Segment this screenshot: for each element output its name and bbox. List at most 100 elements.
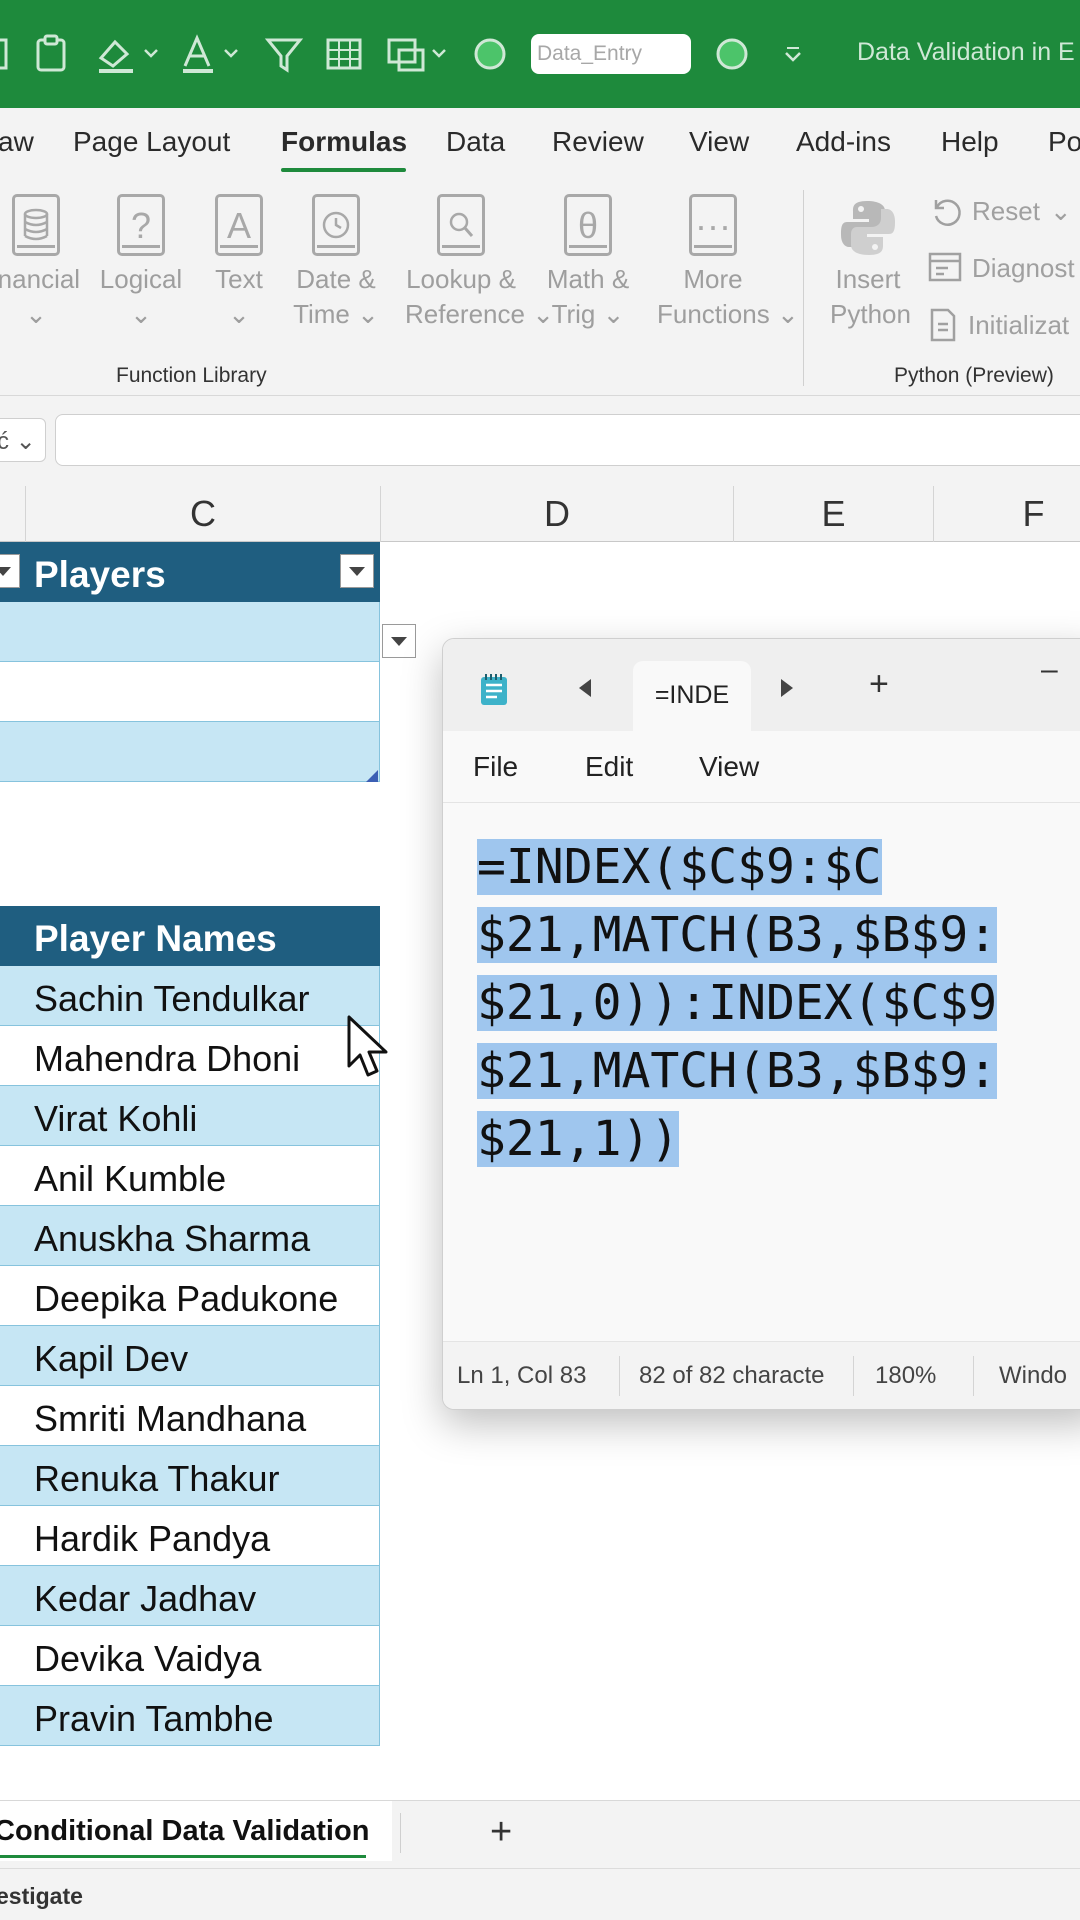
table-row[interactable]: Renuka Thakur (0, 1446, 380, 1506)
table-row[interactable]: Kapil Dev (0, 1326, 380, 1386)
menu-edit[interactable]: Edit (585, 751, 633, 783)
lookup-label-2: Reference (405, 299, 525, 329)
menu-view[interactable]: View (699, 751, 759, 783)
notepad-menu-bar: File Edit View (443, 731, 1080, 803)
notepad-text-area[interactable]: =INDEX($C$9:$C $21,MATCH(B3,$B$9: $21,0)… (477, 833, 1080, 1173)
tab-add-ins[interactable]: Add-ins (796, 126, 891, 158)
lookup-reference-button[interactable]: Lookup & Reference ⌄ (405, 194, 554, 332)
status-circle-icon[interactable] (712, 30, 752, 78)
financial-button[interactable]: inancial ⌄ (0, 194, 92, 332)
customize-toolbar-icon[interactable] (778, 30, 808, 78)
tab-formulas[interactable]: Formulas (281, 126, 407, 158)
formula-input[interactable] (55, 414, 1080, 466)
fill-color-icon[interactable] (92, 30, 162, 78)
logical-button[interactable]: ? Logical ⌄ (85, 194, 197, 332)
tab-power-pivot[interactable]: Po (1048, 126, 1080, 158)
filter-dropdown-icon[interactable] (340, 554, 374, 588)
players-header-label: Players (34, 554, 166, 595)
reset-button[interactable]: Reset ⌄ (928, 194, 1072, 228)
insert-python-button[interactable]: Insert Python (830, 194, 911, 332)
text-label: Text (215, 264, 263, 294)
table-row[interactable]: Smriti Mandhana (0, 1386, 380, 1446)
tab-view[interactable]: View (689, 126, 749, 158)
table-row[interactable]: Pravin Tambhe (0, 1686, 380, 1746)
formula-bar: ć ⌄ (0, 396, 1080, 486)
chevron-down-icon: ⌄ (228, 299, 250, 329)
notepad-document-tab[interactable]: =INDE (633, 661, 751, 733)
status-circle-icon[interactable] (470, 30, 510, 78)
filter-dropdown-icon[interactable] (0, 554, 20, 588)
new-tab-icon[interactable]: + (869, 665, 889, 704)
players-table-header[interactable]: Players (0, 542, 380, 602)
chevron-down-icon: ⌄ (595, 299, 625, 329)
chevron-down-icon: ⌄ (25, 299, 47, 329)
table-row[interactable] (0, 722, 380, 782)
name-box[interactable]: ć ⌄ (0, 418, 46, 462)
tab-review[interactable]: Review (552, 126, 644, 158)
python-group-label: Python (Preview) (894, 364, 1054, 387)
sheet-tabs-bar: Conditional Data Validation + (0, 1800, 1080, 1868)
pivot-icon[interactable] (382, 30, 452, 78)
font-color-icon[interactable] (176, 30, 246, 78)
notepad-app-icon (479, 673, 509, 712)
column-header-e[interactable]: E (733, 486, 933, 542)
initialization-button[interactable]: Initializat (928, 308, 1069, 342)
date-time-label-1: Date & (296, 264, 376, 294)
formula-text-line: $21,MATCH(B3,$B$9: (477, 1043, 998, 1099)
active-sheet-indicator (0, 1855, 366, 1858)
tab-scroll-left-icon[interactable] (579, 679, 591, 697)
formula-text-line: $21,0)):INDEX($C$9 (477, 975, 998, 1031)
tab-page-layout[interactable]: Page Layout (73, 126, 230, 158)
minimize-icon[interactable]: – (1041, 653, 1058, 687)
table-row[interactable] (0, 602, 380, 662)
python-icon (830, 194, 906, 262)
table-row[interactable]: Anil Kumble (0, 1146, 380, 1206)
chevron-down-icon: ⌄ (349, 299, 379, 329)
add-sheet-button[interactable]: + (490, 1811, 512, 1854)
named-range-box[interactable]: Data_Entry (531, 34, 691, 74)
column-header-f[interactable]: F (933, 486, 1080, 542)
status-accessibility-text[interactable]: estigate (0, 1883, 83, 1910)
filter-icon[interactable] (262, 30, 306, 78)
sheet-tab-conditional-data-validation[interactable]: Conditional Data Validation (0, 1801, 392, 1861)
menu-file[interactable]: File (473, 751, 518, 783)
zoom-level[interactable]: 180% (875, 1362, 936, 1390)
notepad-tab-strip: =INDE + – (443, 639, 1080, 733)
tab-divider (400, 1813, 401, 1853)
text-button[interactable]: A Text ⌄ (183, 194, 295, 332)
text-icon: A (215, 194, 263, 256)
tab-scroll-right-icon[interactable] (781, 679, 793, 697)
table-row[interactable]: Sachin Tendulkar (0, 966, 380, 1026)
player-names-header[interactable]: Player Names (0, 906, 380, 966)
validation-dropdown-icon[interactable] (382, 624, 416, 658)
table-row[interactable]: Mahendra Dhoni (0, 1026, 380, 1086)
more-functions-button[interactable]: ··· More Functions ⌄ (657, 194, 799, 332)
table-icon[interactable] (322, 30, 366, 78)
table-row[interactable]: Devika Vaidya (0, 1626, 380, 1686)
diagnostics-button[interactable]: Diagnost (928, 252, 1075, 284)
date-time-button[interactable]: Date & Time ⌄ (280, 194, 392, 332)
table-resize-handle[interactable] (366, 770, 378, 782)
math-trig-label-2: Trig (551, 299, 596, 329)
table-row[interactable]: Virat Kohli (0, 1086, 380, 1146)
table-row[interactable]: Kedar Jadhav (0, 1566, 380, 1626)
math-trig-button[interactable]: θ Math & Trig ⌄ (532, 194, 644, 332)
table-row[interactable]: Anuskha Sharma (0, 1206, 380, 1266)
notepad-window[interactable]: =INDE + – File Edit View =INDEX($C$9:$C … (442, 638, 1080, 1410)
tab-help[interactable]: Help (941, 126, 999, 158)
quick-access-icon[interactable] (0, 30, 16, 78)
table-row[interactable]: Deepika Padukone (0, 1266, 380, 1326)
notepad-status-bar: Ln 1, Col 83 82 of 82 characte 180% Wind… (443, 1341, 1080, 1409)
clipboard-icon[interactable] (30, 30, 74, 78)
logical-label: Logical (99, 264, 183, 294)
function-library-group-label: Function Library (116, 364, 267, 387)
name-box-value: ć (0, 428, 9, 455)
diagnostics-icon (928, 252, 962, 282)
column-header-b[interactable] (0, 486, 26, 542)
table-row[interactable]: Hardik Pandya (0, 1506, 380, 1566)
table-row[interactable] (0, 662, 380, 722)
tab-draw[interactable]: aw (0, 126, 34, 158)
column-header-d[interactable]: D (380, 486, 733, 542)
tab-data[interactable]: Data (446, 126, 505, 158)
column-header-c[interactable]: C (25, 486, 380, 542)
